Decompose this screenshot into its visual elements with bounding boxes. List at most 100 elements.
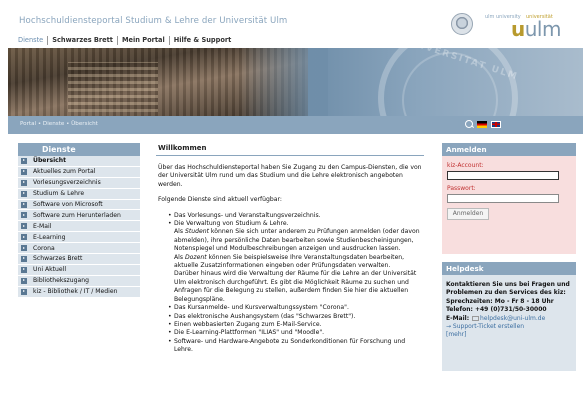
german-flag-icon[interactable] [477, 120, 487, 128]
sidebar-list: Übersicht Aktuelles zum Portal Vorlesung… [18, 156, 140, 298]
sidebar-item-label: Software von Microsoft [33, 201, 103, 208]
arrow-bullet-icon [21, 266, 27, 273]
service-text: Das Vorlesungs- und Veranstaltungsverzei… [174, 211, 321, 219]
list-item: Die E-Learning-Plattformen "ILIAS" und "… [168, 329, 422, 338]
sidebar-navigation: Dienste Übersicht Aktuelles zum Portal V… [18, 143, 140, 298]
lead-paragraph: Folgende Dienste sind aktuell verfügbar: [158, 196, 282, 204]
sidebar-title: Dienste [18, 143, 140, 156]
list-item: Das elektronische Aushangsystem (das "Sc… [168, 312, 422, 322]
arrow-bullet-icon [21, 234, 27, 241]
more-link[interactable]: [mehr] [446, 331, 572, 339]
sidebar-item-software-download[interactable]: Software zum Herunterladen [18, 210, 140, 222]
sidebar-item-label: E-Mail [33, 222, 52, 230]
support-ticket-link[interactable]: → Support-Ticket erstellen [446, 323, 572, 331]
helpdesk-hours: Sprechzeiten: Mo - Fr 8 - 18 Uhr [446, 297, 554, 305]
service-text: Das Kursanmelde- und Kursverwaltungssyst… [174, 304, 349, 312]
service-text: Das elektronische Aushangsystem (das "Sc… [174, 312, 356, 320]
sidebar-item-label: Corona [33, 244, 55, 252]
nav-hilfe-support[interactable]: Hilfe & Support [168, 35, 236, 45]
arrow-bullet-icon [21, 201, 27, 208]
sidebar-item-uebersicht[interactable]: Übersicht [18, 156, 140, 167]
services-list: Das Vorlesungs- und Veranstaltungsverzei… [158, 212, 422, 355]
breadcrumb-bar: Portal • Dienste • Übersicht [8, 116, 583, 134]
arrow-bullet-icon [21, 179, 27, 186]
english-flag-icon[interactable] [491, 120, 501, 128]
site-title[interactable]: Hochschuldiensteportal Studium & Lehre d… [19, 16, 287, 26]
logo-ulm: ulm [524, 17, 562, 41]
sidebar-item-studium-lehre[interactable]: Studium & Lehre [18, 188, 140, 200]
helpdesk-email-row: E-Mail: helpdesk@uni-ulm.de [446, 315, 572, 323]
sidebar-item-label: Uni Aktuell [33, 266, 67, 274]
service-text: Einen webbasierten Zugang zum E-Mail-Ser… [174, 320, 322, 328]
language-switch [465, 120, 501, 128]
sidebar-item-label: Vorlesungsverzeichnis [33, 179, 101, 187]
helpdesk-email-link[interactable]: helpdesk@uni-ulm.de [480, 315, 545, 322]
helpdesk-intro: Kontaktieren Sie uns bei Fragen und Prob… [446, 281, 570, 297]
arrow-bullet-icon [21, 157, 27, 164]
sidebar-item-label: Schwarzes Brett [33, 255, 83, 263]
helpdesk-phone: Telefon: +49 (0)731/50-30000 [446, 306, 547, 314]
helpdesk-box: Kontaktieren Sie uns bei Fragen und Prob… [442, 275, 576, 371]
sidebar-item-email[interactable]: E-Mail [18, 221, 140, 233]
dozent-description: Als Dozent können Sie beispielsweise Ihr… [174, 254, 422, 271]
login-button[interactable]: Anmelden [447, 208, 489, 220]
arrow-bullet-icon [21, 168, 27, 175]
sub-emphasis: Dozent [184, 253, 207, 261]
helpdesk-title: Helpdesk [442, 262, 576, 275]
service-text: Die Verwaltung von Studium & Lehre. [174, 220, 289, 228]
sidebar-item-label: Aktuelles zum Portal [33, 168, 96, 176]
page-title: Willkommen [156, 143, 424, 156]
password-input[interactable] [447, 194, 559, 203]
sub-emphasis: Student [184, 228, 209, 236]
sidebar-item-software-microsoft[interactable]: Software von Microsoft [18, 199, 140, 211]
list-item: Das Kursanmelde- und Kursverwaltungssyst… [168, 304, 422, 313]
sidebar-item-bibliothekszugang[interactable]: Bibliothekszugang [18, 275, 140, 287]
arrow-bullet-icon [21, 223, 27, 230]
sidebar-item-aktuelles[interactable]: Aktuelles zum Portal [18, 166, 140, 178]
sidebar-item-label: kiz - Bibliothek / IT / Medien [33, 288, 118, 296]
sidebar-item-kiz[interactable]: kiz - Bibliothek / IT / Medien [18, 286, 140, 298]
list-item: Software- und Hardware-Angebote zu Sonde… [168, 338, 422, 355]
sub-text: können Sie sich unter anderem zu Prüfung… [174, 228, 420, 253]
list-item: Die Verwaltung von Studium & Lehre. Als … [168, 220, 422, 304]
email-label: E-Mail: [446, 314, 470, 322]
top-navigation: Dienste Schwarzes Brett Mein Portal Hilf… [18, 34, 235, 46]
arrow-bullet-icon [21, 212, 27, 219]
arrow-bullet-icon [21, 245, 27, 252]
login-title: Anmelden [442, 143, 576, 156]
breadcrumb[interactable]: Portal • Dienste • Übersicht [20, 121, 98, 127]
sidebar-item-schwarzes-brett[interactable]: Schwarzes Brett [18, 254, 140, 265]
arrow-bullet-icon [21, 277, 27, 284]
arrow-bullet-icon [21, 288, 27, 295]
nav-mein-portal[interactable]: Mein Portal [116, 35, 169, 45]
sub-text: Als [174, 253, 185, 261]
sidebar-item-vorlesungsverzeichnis[interactable]: Vorlesungsverzeichnis [18, 177, 140, 189]
service-text: Software- und Hardware-Angebote zu Sonde… [174, 337, 406, 354]
nav-schwarzes-brett[interactable]: Schwarzes Brett [47, 35, 117, 45]
arrow-bullet-icon [21, 190, 27, 197]
account-label: kiz-Account: [447, 162, 484, 169]
student-description: Als Student können Sie sich unter andere… [174, 228, 422, 253]
sidebar-item-corona[interactable]: Corona [18, 243, 140, 255]
logo-u: u [511, 17, 525, 41]
header-banner: UNIVERSITAT ULM [8, 48, 583, 116]
sub-text: können Sie beispielsweise Ihre Veranstal… [174, 253, 405, 270]
banner-fade [238, 48, 328, 116]
service-text: Die E-Learning-Plattformen "ILIAS" und "… [174, 329, 325, 337]
sidebar-item-label: Bibliothekszugang [33, 277, 89, 285]
right-column: Anmelden kiz-Account: Passwort: Anmelden… [442, 143, 576, 371]
mail-icon [472, 315, 480, 321]
search-icon[interactable] [465, 120, 473, 128]
sidebar-item-label: Studium & Lehre [33, 190, 85, 198]
sidebar-item-elearning[interactable]: E-Learning [18, 232, 140, 244]
arrow-bullet-icon [21, 255, 27, 262]
sidebar-item-label: E-Learning [33, 233, 66, 241]
welcome-text: Über das Hochschuldiensteportal haben Si… [156, 156, 424, 355]
university-logo[interactable]: uulm [511, 18, 561, 40]
sidebar-item-uni-aktuell[interactable]: Uni Aktuell [18, 264, 140, 276]
page-header: Hochschuldiensteportal Studium & Lehre d… [0, 0, 583, 48]
sidebar-item-label: Übersicht [33, 157, 67, 165]
nav-dienste[interactable]: Dienste [18, 36, 47, 45]
list-item: Das Vorlesungs- und Veranstaltungsverzei… [168, 211, 422, 221]
account-input[interactable] [447, 171, 559, 180]
